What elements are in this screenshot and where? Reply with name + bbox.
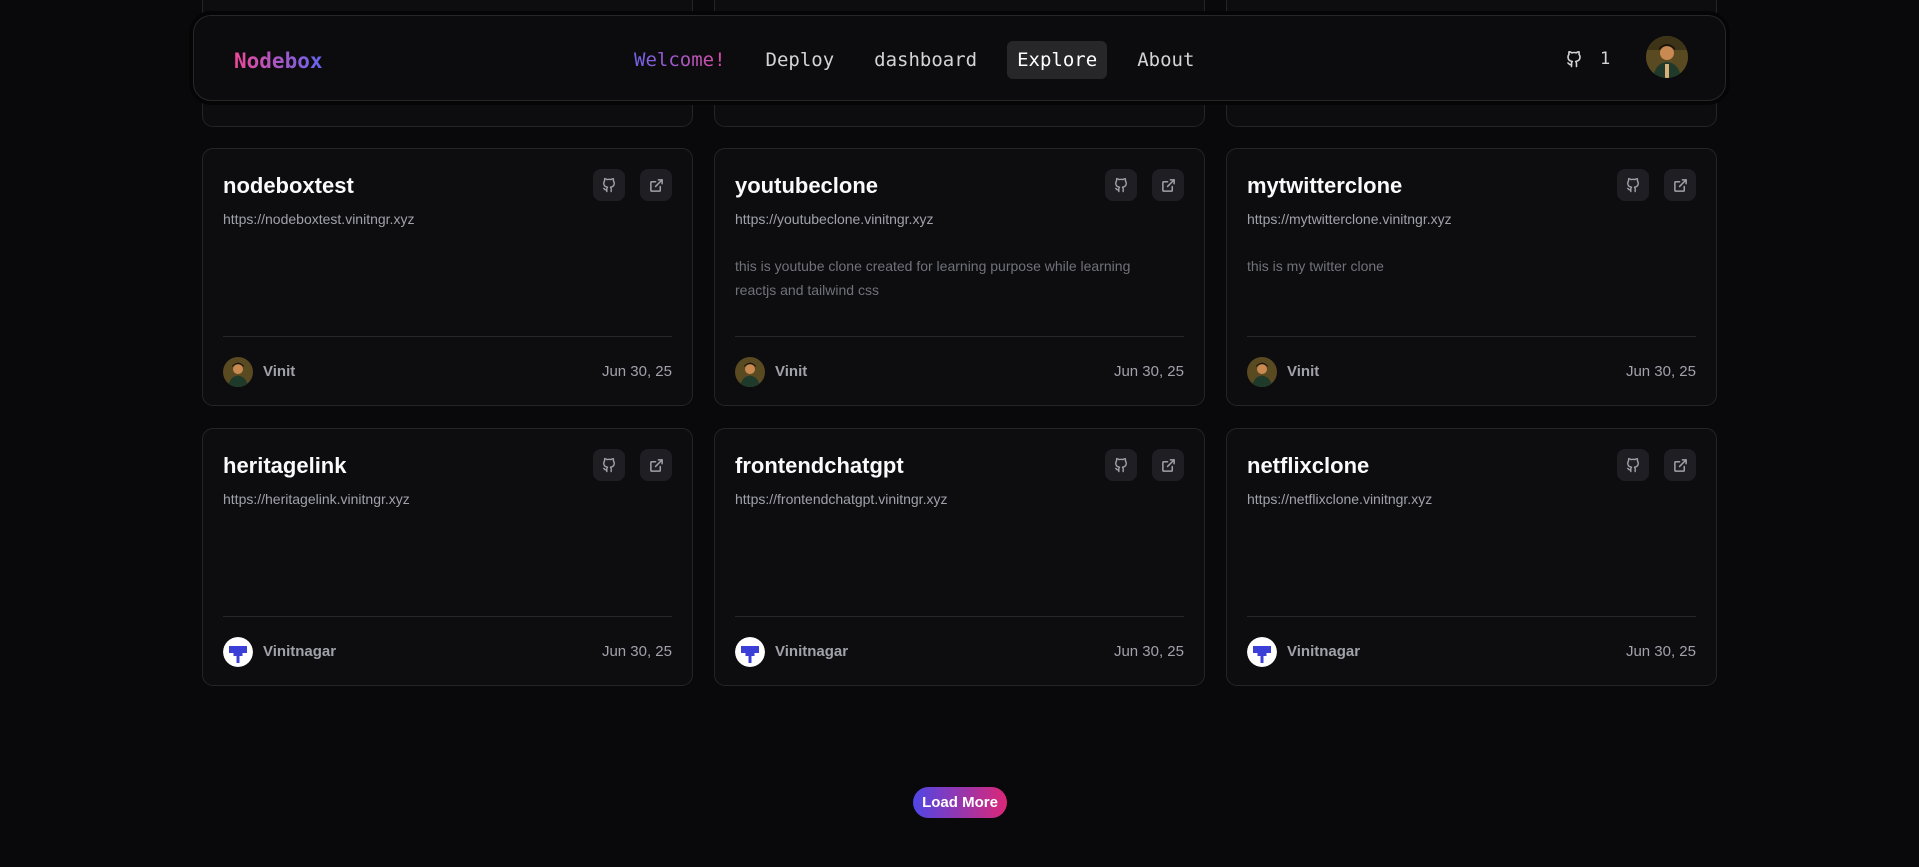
project-title[interactable]: netflixclone (1247, 453, 1369, 479)
project-card[interactable]: youtubeclone https://youtubeclone.vinitn… (714, 148, 1205, 406)
project-description: this is youtube clone created for learni… (735, 258, 1131, 298)
project-card[interactable]: nodeboxtest https://nodeboxtest.vinitngr… (202, 148, 693, 406)
card-divider (735, 336, 1184, 337)
project-date: Jun 30, 25 (601, 643, 672, 660)
author-name: Vinit (1287, 363, 1320, 380)
project-url[interactable]: https://frontendchatgpt.vinitngr.xyz (735, 491, 947, 507)
project-card[interactable]: heritagelink https://heritagelink.vinitn… (202, 428, 693, 686)
github-icon (1567, 50, 1581, 68)
github-icon (1115, 177, 1127, 193)
author-name: Vinit (263, 363, 296, 380)
github-icon (603, 177, 615, 193)
author-avatar (1247, 637, 1277, 667)
project-date: Jun 30, 25 (1625, 643, 1696, 660)
project-description: this is my twitter clone (1247, 258, 1384, 274)
project-title[interactable]: youtubeclone (735, 173, 878, 199)
external-link-icon (1673, 458, 1687, 472)
card-divider (735, 616, 1184, 617)
github-count: 1 (1600, 49, 1611, 69)
top-navbar: Nodebox Welcome! Deploy dashboard Explor… (193, 15, 1726, 101)
author-name: Vinit (775, 363, 808, 380)
github-icon (1627, 457, 1639, 473)
project-title[interactable]: mytwitterclone (1247, 173, 1402, 199)
repo-button[interactable] (593, 449, 625, 481)
nav-explore[interactable]: Explore (1007, 41, 1108, 79)
author-avatar (223, 357, 253, 387)
open-site-button[interactable] (1664, 449, 1696, 481)
open-site-button[interactable] (1664, 169, 1696, 201)
author-name: Vinitnagar (263, 643, 337, 660)
external-link-icon (649, 178, 663, 192)
project-card[interactable]: frontendchatgpt https://frontendchatgpt.… (714, 428, 1205, 686)
project-date: Jun 30, 25 (1625, 363, 1696, 380)
card-divider (223, 616, 672, 617)
user-avatar[interactable] (1646, 36, 1688, 78)
repo-button[interactable] (1617, 169, 1649, 201)
nav-deploy[interactable]: Deploy (756, 41, 845, 79)
project-title[interactable]: nodeboxtest (223, 173, 354, 199)
external-link-icon (1161, 458, 1175, 472)
repo-button[interactable] (593, 169, 625, 201)
nav-dashboard[interactable]: dashboard (864, 41, 987, 79)
project-url[interactable]: https://youtubeclone.vinitngr.xyz (735, 211, 933, 227)
project-url[interactable]: https://heritagelink.vinitngr.xyz (223, 491, 410, 507)
nav-welcome[interactable]: Welcome! (624, 41, 736, 79)
author-avatar (735, 637, 765, 667)
project-date: Jun 30, 25 (1113, 363, 1184, 380)
author-avatar (1247, 357, 1277, 387)
nav-about[interactable]: About (1127, 41, 1204, 79)
project-url[interactable]: https://nodeboxtest.vinitngr.xyz (223, 211, 414, 227)
open-site-button[interactable] (1152, 449, 1184, 481)
open-site-button[interactable] (640, 169, 672, 201)
github-link[interactable]: 1 (1566, 49, 1610, 69)
project-date: Jun 30, 25 (1113, 643, 1184, 660)
external-link-icon (649, 458, 663, 472)
repo-button[interactable] (1105, 449, 1137, 481)
repo-button[interactable] (1105, 169, 1137, 201)
card-divider (1247, 616, 1696, 617)
project-title[interactable]: heritagelink (223, 453, 346, 479)
project-url[interactable]: https://mytwitterclone.vinitngr.xyz (1247, 211, 1452, 227)
author-name: Vinitnagar (1287, 643, 1361, 660)
external-link-icon (1161, 178, 1175, 192)
brand-logo[interactable]: Nodebox (234, 49, 323, 73)
open-site-button[interactable] (1152, 169, 1184, 201)
main-nav: Welcome! Deploy dashboard Explore About (624, 40, 1224, 80)
project-url[interactable]: https://netflixclone.vinitngr.xyz (1247, 491, 1432, 507)
project-title[interactable]: frontendchatgpt (735, 453, 904, 479)
github-icon (1115, 457, 1127, 473)
card-divider (1247, 336, 1696, 337)
repo-button[interactable] (1617, 449, 1649, 481)
github-icon (603, 457, 615, 473)
author-avatar (223, 637, 253, 667)
github-icon (1627, 177, 1639, 193)
project-card[interactable]: netflixclone https://netflixclone.vinitn… (1226, 428, 1717, 686)
author-name: Vinitnagar (775, 643, 849, 660)
open-site-button[interactable] (640, 449, 672, 481)
project-date: Jun 30, 25 (601, 363, 672, 380)
card-divider (223, 336, 672, 337)
project-card[interactable]: mytwitterclone https://mytwitterclone.vi… (1226, 148, 1717, 406)
author-avatar (735, 357, 765, 387)
load-more-button[interactable]: Load More (913, 787, 1007, 818)
external-link-icon (1673, 178, 1687, 192)
